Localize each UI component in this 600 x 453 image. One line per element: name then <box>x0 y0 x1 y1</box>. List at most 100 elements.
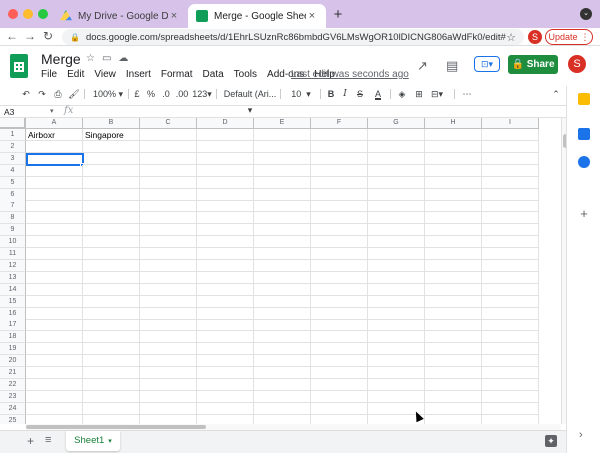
cell-g1[interactable] <box>368 129 425 141</box>
sheet-tab[interactable]: Sheet1 ▾ <box>66 431 120 451</box>
cell-b24[interactable] <box>83 402 140 415</box>
cell-h13[interactable] <box>425 271 482 284</box>
cell-c6[interactable] <box>140 188 197 201</box>
cell-c14[interactable] <box>140 283 197 296</box>
row-header-18[interactable]: 18 <box>0 331 26 344</box>
cell-d24[interactable] <box>197 402 254 415</box>
cell-d19[interactable] <box>197 343 254 356</box>
cell-d7[interactable] <box>197 200 254 213</box>
cell-h23[interactable] <box>425 390 482 403</box>
cell-d11[interactable] <box>197 248 254 260</box>
cell-e22[interactable] <box>254 378 311 391</box>
row-header-12[interactable]: 12 <box>0 259 26 272</box>
cell-b19[interactable] <box>83 343 140 356</box>
cell-i25[interactable] <box>482 414 539 424</box>
column-header-g[interactable]: G <box>368 118 425 129</box>
cell-b9[interactable] <box>83 224 140 237</box>
get-addons-icon[interactable]: + <box>578 206 590 221</box>
column-header-c[interactable]: C <box>140 118 197 129</box>
chevron-right-icon[interactable]: › <box>579 429 583 441</box>
window-zoom-button[interactable] <box>38 9 48 19</box>
cell-d18[interactable] <box>197 331 254 344</box>
cell-g4[interactable] <box>368 164 425 177</box>
cell-g17[interactable] <box>368 319 425 332</box>
cell-i5[interactable] <box>482 176 539 189</box>
cell-a4[interactable] <box>26 164 83 177</box>
cell-b16[interactable] <box>83 307 140 320</box>
cell-a25[interactable] <box>26 414 83 424</box>
cell-c16[interactable] <box>140 307 197 320</box>
close-tab-icon[interactable]: × <box>168 10 180 22</box>
cell-a24[interactable] <box>26 402 83 415</box>
cell-a2[interactable] <box>26 140 83 153</box>
cell-e9[interactable] <box>254 224 311 237</box>
forward-arrow-icon[interactable]: → <box>24 29 36 43</box>
cell-h9[interactable] <box>425 224 482 237</box>
keep-icon[interactable] <box>578 93 590 105</box>
cell-c4[interactable] <box>140 164 197 177</box>
cell-d5[interactable] <box>197 176 254 189</box>
cell-d6[interactable] <box>197 188 254 201</box>
cell-e18[interactable] <box>254 331 311 344</box>
cell-i2[interactable] <box>482 140 539 153</box>
cell-b17[interactable] <box>83 319 140 332</box>
cell-e6[interactable] <box>254 188 311 201</box>
cell-e13[interactable] <box>254 271 311 284</box>
cell-a5[interactable] <box>26 176 83 189</box>
move-folder-icon[interactable]: ▭ <box>102 53 111 64</box>
menu-insert[interactable]: Insert <box>126 69 151 80</box>
cell-g3[interactable] <box>368 152 425 165</box>
activity-dashboard-icon[interactable]: ↗ <box>417 58 428 74</box>
cell-c10[interactable] <box>140 236 197 249</box>
cell-d25[interactable] <box>197 414 254 424</box>
cell-f8[interactable] <box>311 212 368 225</box>
row-header-5[interactable]: 5 <box>0 176 26 189</box>
cell-h14[interactable] <box>425 283 482 296</box>
cell-g22[interactable] <box>368 378 425 391</box>
row-header-6[interactable]: 6 <box>0 188 26 201</box>
cell-c19[interactable] <box>140 343 197 356</box>
strikethrough-button[interactable]: S <box>355 86 365 102</box>
cell-b21[interactable] <box>83 367 140 379</box>
cell-i6[interactable] <box>482 188 539 201</box>
cell-c7[interactable] <box>140 200 197 213</box>
cell-g10[interactable] <box>368 236 425 249</box>
cell-a17[interactable] <box>26 319 83 332</box>
cell-h7[interactable] <box>425 200 482 213</box>
row-header-11[interactable]: 11 <box>0 248 26 260</box>
cell-e7[interactable] <box>254 200 311 213</box>
star-icon[interactable]: ☆ <box>86 53 95 64</box>
print-icon[interactable]: ⎙ <box>52 86 64 102</box>
zoom-select[interactable]: 100% ▾ <box>90 86 126 102</box>
cell-b1[interactable]: Singapore <box>83 129 140 141</box>
more-options-button[interactable]: ⋯ <box>460 86 474 102</box>
reload-icon[interactable]: ↻ <box>42 29 54 43</box>
collapse-toolbar-icon[interactable]: ⌃ <box>550 86 562 102</box>
select-all-corner[interactable] <box>0 118 26 129</box>
scroll-thumb[interactable] <box>26 425 206 429</box>
cell-h25[interactable] <box>425 414 482 424</box>
merge-cells-icon[interactable]: ⊟▾ <box>429 86 445 102</box>
cell-d21[interactable] <box>197 367 254 379</box>
cell-g12[interactable] <box>368 259 425 272</box>
cell-g16[interactable] <box>368 307 425 320</box>
row-header-23[interactable]: 23 <box>0 390 26 403</box>
star-icon[interactable]: ☆ <box>506 31 516 44</box>
cell-a8[interactable] <box>26 212 83 225</box>
cell-d9[interactable] <box>197 224 254 237</box>
cell-c17[interactable] <box>140 319 197 332</box>
menu-view[interactable]: View <box>94 69 116 80</box>
cell-f4[interactable] <box>311 164 368 177</box>
profile-avatar[interactable]: S <box>528 30 542 44</box>
cell-a21[interactable] <box>26 367 83 379</box>
chevron-down-icon[interactable]: ▾ <box>50 107 54 115</box>
cell-a7[interactable] <box>26 200 83 213</box>
cell-e25[interactable] <box>254 414 311 424</box>
cell-a9[interactable] <box>26 224 83 237</box>
cell-a6[interactable] <box>26 188 83 201</box>
row-header-10[interactable]: 10 <box>0 236 26 249</box>
cell-i1[interactable] <box>482 129 539 141</box>
cell-b23[interactable] <box>83 390 140 403</box>
row-header-20[interactable]: 20 <box>0 355 26 368</box>
cell-i18[interactable] <box>482 331 539 344</box>
